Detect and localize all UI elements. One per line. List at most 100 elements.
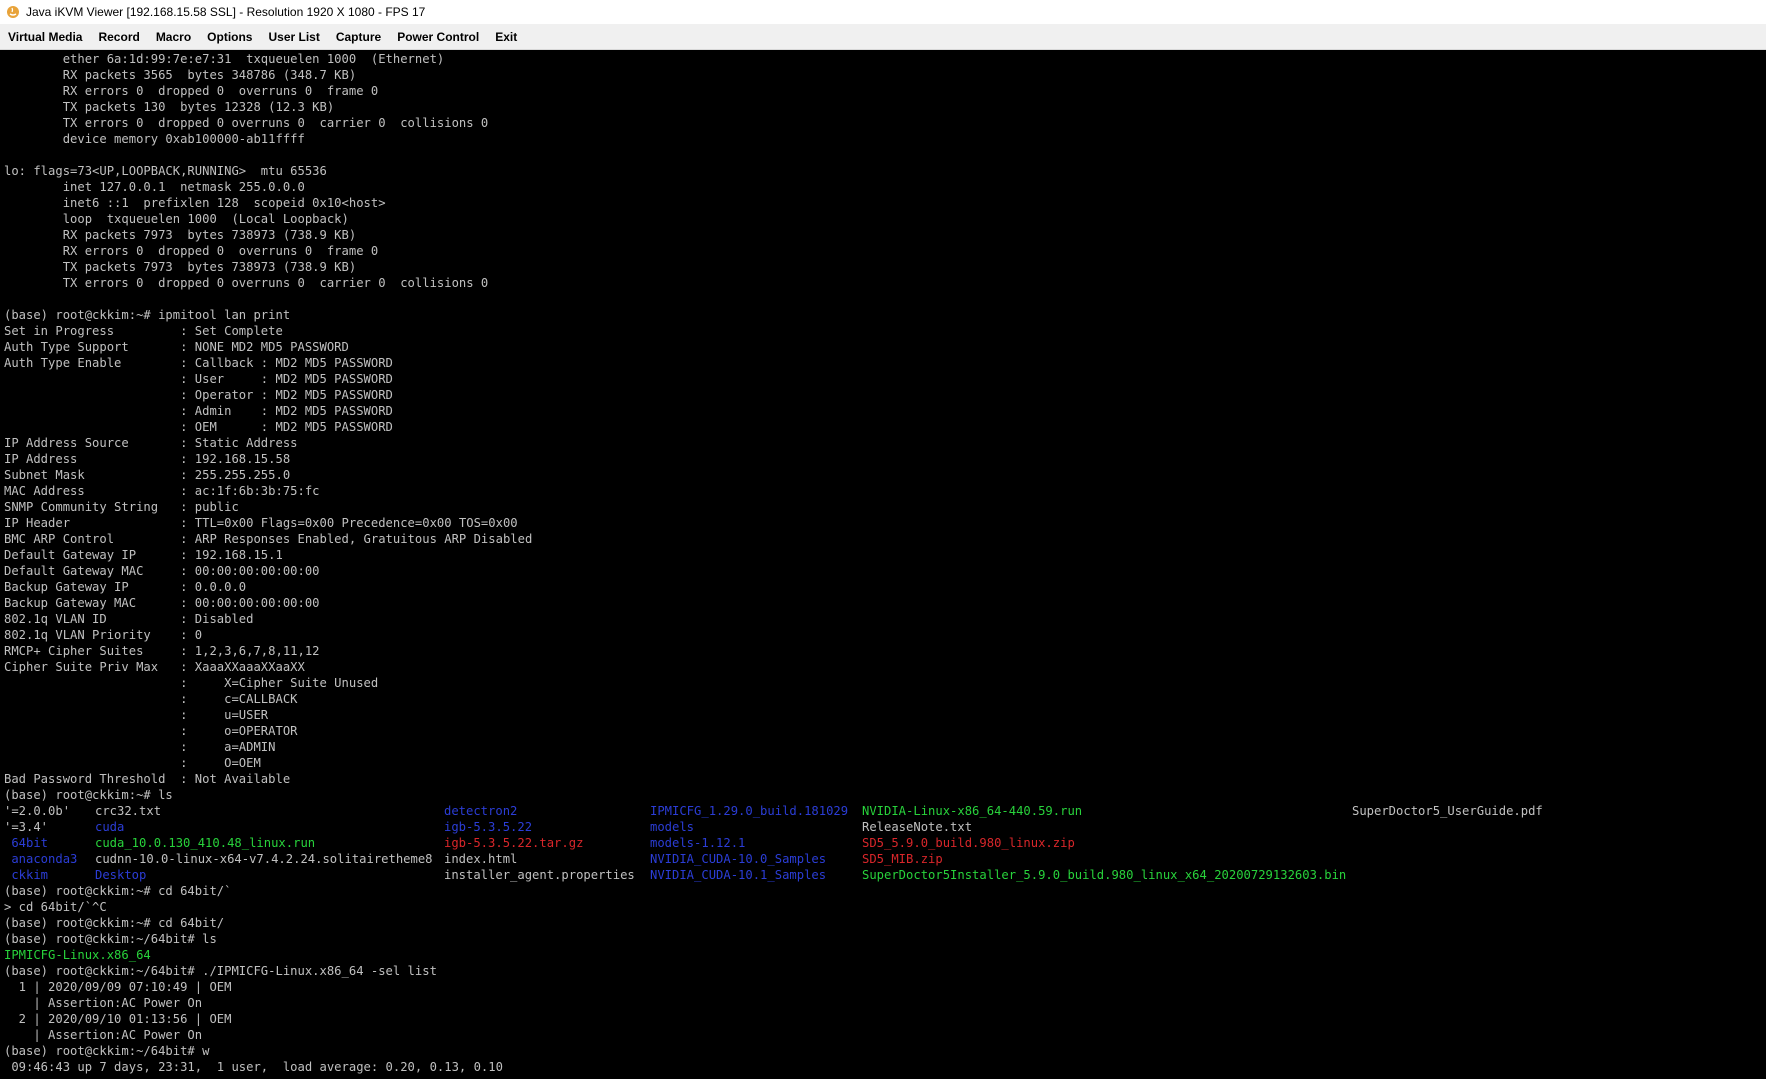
terminal-line: loop txqueuelen 1000 (Local Loopback) bbox=[4, 212, 349, 226]
terminal-line: Set in Progress : Set Complete bbox=[4, 324, 283, 338]
terminal-line: MAC Address : ac:1f:6b:3b:75:fc bbox=[4, 484, 320, 498]
ls-entry: cuda_10.0.130_410.48_linux.run bbox=[95, 836, 316, 850]
terminal-line: (base) root@ckkim:~# ls bbox=[4, 788, 173, 802]
terminal-line: TX packets 7973 bytes 738973 (738.9 KB) bbox=[4, 260, 357, 274]
terminal-line: SNMP Community String : public bbox=[4, 500, 239, 514]
terminal-line: | Assertion:AC Power On bbox=[4, 1028, 203, 1042]
terminal-line: TX errors 0 dropped 0 overruns 0 carrier… bbox=[4, 116, 489, 130]
ls-entry: ckkim bbox=[4, 868, 49, 882]
ls-entry: '=3.4' bbox=[4, 820, 49, 834]
terminal-line: : User : MD2 MD5 PASSWORD bbox=[4, 372, 393, 386]
terminal-line: (base) root@ckkim:~# cd 64bit/` bbox=[4, 884, 232, 898]
terminal-line: Auth Type Enable : Callback : MD2 MD5 PA… bbox=[4, 356, 393, 370]
menu-macro[interactable]: Macro bbox=[148, 30, 199, 44]
ls-output-row: ckkim Desktop installer_agent.properties NV… bbox=[4, 867, 1766, 883]
terminal-line: device memory 0xab100000-ab11ffff bbox=[4, 132, 305, 146]
terminal-line: IP Header : TTL=0x00 Flags=0x00 Preceden… bbox=[4, 516, 518, 530]
terminal-line: (base) root@ckkim:~/64bit# ./IPMICFG-Lin… bbox=[4, 964, 437, 978]
terminal-line: 2 | 2020/09/10 01:13:56 | OEM bbox=[4, 1012, 232, 1026]
menu-bar: Virtual Media Record Macro Options User … bbox=[0, 24, 1766, 50]
ls-entry: SD5_MIB.zip bbox=[862, 852, 943, 866]
ls-entry: NVIDIA_CUDA-10.1_Samples bbox=[650, 868, 827, 882]
ls-entry: models-1.12.1 bbox=[650, 836, 746, 850]
terminal-line: : OEM : MD2 MD5 PASSWORD bbox=[4, 420, 393, 434]
terminal-line: IPMICFG-Linux.x86_64 bbox=[4, 948, 151, 962]
ls-entry: detectron2 bbox=[444, 804, 518, 818]
menu-power-control[interactable]: Power Control bbox=[389, 30, 487, 44]
terminal-line: IP Address : 192.168.15.58 bbox=[4, 452, 291, 466]
java-icon bbox=[7, 6, 19, 18]
terminal-line: Auth Type Support : NONE MD2 MD5 PASSWOR… bbox=[4, 340, 349, 354]
terminal-line: IP Address Source : Static Address bbox=[4, 436, 298, 450]
terminal-line: RX packets 3565 bytes 348786 (348.7 KB) bbox=[4, 68, 357, 82]
terminal-line: : c=CALLBACK bbox=[4, 692, 298, 706]
terminal-line: : Operator : MD2 MD5 PASSWORD bbox=[4, 388, 393, 402]
terminal-line: 09:46:43 up 7 days, 23:31, 1 user, load … bbox=[4, 1060, 503, 1074]
ls-entry: installer_agent.properties bbox=[444, 868, 635, 882]
ls-entry: NVIDIA-Linux-x86_64-440.59.run bbox=[862, 804, 1083, 818]
terminal-line: TX packets 130 bytes 12328 (12.3 KB) bbox=[4, 100, 335, 114]
terminal-line: (base) root@ckkim:~/64bit# w bbox=[4, 1044, 210, 1058]
window-title: Java iKVM Viewer [192.168.15.58 SSL] - R… bbox=[26, 5, 426, 19]
ls-entry: index.html bbox=[444, 852, 518, 866]
terminal-line: Backup Gateway IP : 0.0.0.0 bbox=[4, 580, 247, 594]
menu-virtual-media[interactable]: Virtual Media bbox=[0, 30, 90, 44]
remote-console-screen[interactable]: ether 6a:1d:99:7e:e7:31 txqueuelen 1000 … bbox=[0, 50, 1766, 1079]
menu-exit[interactable]: Exit bbox=[487, 30, 525, 44]
terminal-line: ether 6a:1d:99:7e:e7:31 txqueuelen 1000 … bbox=[4, 52, 445, 66]
terminal-line: inet 127.0.0.1 netmask 255.0.0.0 bbox=[4, 180, 305, 194]
terminal-line: 802.1q VLAN Priority : 0 bbox=[4, 628, 203, 642]
terminal-line: : a=ADMIN bbox=[4, 740, 276, 754]
terminal-line: Cipher Suite Priv Max : XaaaXXaaaXXaaXX bbox=[4, 660, 305, 674]
terminal-line: (base) root@ckkim:~# ipmitool lan print bbox=[4, 308, 291, 322]
terminal-line: : X=Cipher Suite Unused bbox=[4, 676, 379, 690]
ls-entry: SuperDoctor5_UserGuide.pdf bbox=[1352, 804, 1543, 818]
ls-output-row: '=3.4' cuda igb-5.3.5.22 models ReleaseNote.… bbox=[4, 819, 1766, 835]
terminal-line: inet6 ::1 prefixlen 128 scopeid 0x10<hos… bbox=[4, 196, 386, 210]
ls-entry: '=2.0.0b' bbox=[4, 804, 71, 818]
terminal-output: ether 6a:1d:99:7e:e7:31 txqueuelen 1000 … bbox=[0, 50, 1766, 1075]
terminal-line: Default Gateway IP : 192.168.15.1 bbox=[4, 548, 283, 562]
terminal-line: 1 | 2020/09/09 07:10:49 | OEM bbox=[4, 980, 232, 994]
terminal-line: > cd 64bit/`^C bbox=[4, 900, 107, 914]
terminal-line: RX packets 7973 bytes 738973 (738.9 KB) bbox=[4, 228, 357, 242]
ls-entry: crc32.txt bbox=[95, 804, 162, 818]
terminal-line: Default Gateway MAC : 00:00:00:00:00:00 bbox=[4, 564, 320, 578]
terminal-line: (base) root@ckkim:~/64bit# ls bbox=[4, 932, 217, 946]
terminal-line: Bad Password Threshold : Not Available bbox=[4, 772, 291, 786]
ls-output-row: anaconda3 cudnn-10.0-linux-x64-v7.4.2.24.… bbox=[4, 851, 1766, 867]
terminal-line: Backup Gateway MAC : 00:00:00:00:00:00 bbox=[4, 596, 320, 610]
ls-entry: cuda bbox=[95, 820, 125, 834]
ls-entry: igb-5.3.5.22 bbox=[444, 820, 533, 834]
ls-entry: NVIDIA_CUDA-10.0_Samples bbox=[650, 852, 827, 866]
terminal-line: 802.1q VLAN ID : Disabled bbox=[4, 612, 254, 626]
ls-entry: models bbox=[650, 820, 695, 834]
menu-record[interactable]: Record bbox=[90, 30, 147, 44]
terminal-line: | Assertion:AC Power On bbox=[4, 996, 203, 1010]
ls-entry: 64bit bbox=[4, 836, 49, 850]
ls-entry: igb-5.3.5.22.tar.gz bbox=[444, 836, 584, 850]
terminal-line: Subnet Mask : 255.255.255.0 bbox=[4, 468, 291, 482]
menu-options[interactable]: Options bbox=[199, 30, 260, 44]
terminal-line: lo: flags=73<UP,LOOPBACK,RUNNING> mtu 65… bbox=[4, 164, 327, 178]
terminal-line: : O=OEM bbox=[4, 756, 261, 770]
ls-entry: SuperDoctor5Installer_5.9.0_build.980_li… bbox=[862, 868, 1347, 882]
terminal-line: RX errors 0 dropped 0 overruns 0 frame 0 bbox=[4, 244, 379, 258]
ls-output-row: '=2.0.0b' crc32.txt detectron2 IPMICFG_1.29… bbox=[4, 803, 1766, 819]
menu-user-list[interactable]: User List bbox=[260, 30, 327, 44]
ls-entry: anaconda3 bbox=[4, 852, 78, 866]
ls-output-row: 64bit cuda_10.0.130_410.48_linux.run igb-5… bbox=[4, 835, 1766, 851]
ls-entry: cudnn-10.0-linux-x64-v7.4.2.24.solitaire… bbox=[95, 852, 433, 866]
ls-entry: SD5_5.9.0_build.980_linux.zip bbox=[862, 836, 1075, 850]
ls-entry: IPMICFG_1.29.0_build.181029 bbox=[650, 804, 849, 818]
ls-entry: ReleaseNote.txt bbox=[862, 820, 973, 834]
terminal-line: : o=OPERATOR bbox=[4, 724, 298, 738]
terminal-line: (base) root@ckkim:~# cd 64bit/ bbox=[4, 916, 225, 930]
ls-entry: Desktop bbox=[95, 868, 147, 882]
menu-capture[interactable]: Capture bbox=[328, 30, 389, 44]
terminal-line: : Admin : MD2 MD5 PASSWORD bbox=[4, 404, 393, 418]
terminal-line: BMC ARP Control : ARP Responses Enabled,… bbox=[4, 532, 533, 546]
title-bar: Java iKVM Viewer [192.168.15.58 SSL] - R… bbox=[0, 0, 1766, 24]
